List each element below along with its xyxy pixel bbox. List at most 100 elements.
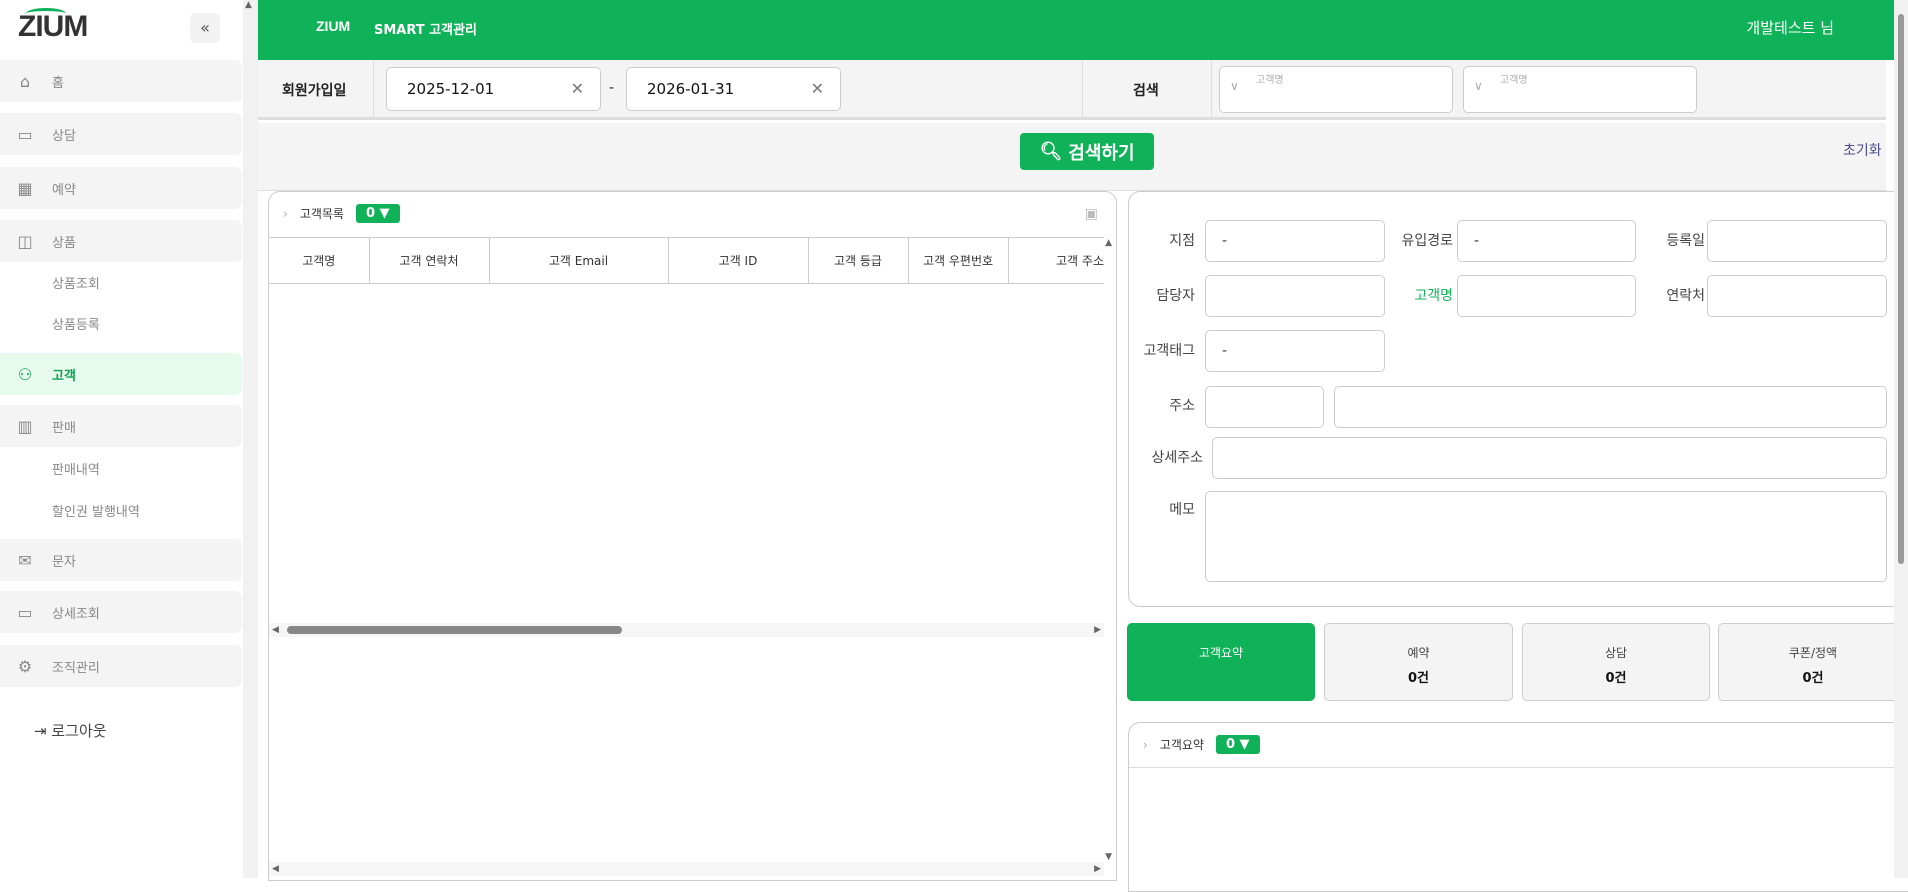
count-badge[interactable]: 0 ▼ (1215, 735, 1260, 754)
source-label: 유입경로 (1401, 233, 1453, 249)
zium-logo: ZIUM (18, 8, 88, 43)
card-coupon[interactable]: 쿠폰/정액 0건 (1718, 623, 1908, 701)
sidebar-item-product[interactable]: ◫ 상품 (0, 220, 242, 262)
user-gear-icon: ⚙ (17, 656, 33, 676)
user-name[interactable]: 개발테스트 님 (1746, 17, 1834, 38)
home-icon: ⌂ (19, 71, 31, 91)
sidebar-item-label: 판매 (52, 420, 76, 436)
scroll-up-icon[interactable]: ▲ (1105, 238, 1112, 248)
select-placeholder: 고객명 (1256, 75, 1284, 86)
phone-field[interactable] (1707, 275, 1887, 317)
source-field[interactable]: - (1457, 220, 1636, 262)
chart-icon: ▥ (17, 416, 33, 436)
reg-date-label: 등록일 (1666, 233, 1705, 249)
header-logo: ZIUM (316, 18, 351, 34)
clear-icon[interactable]: ✕ (571, 68, 584, 110)
customer-detail-panel: 지점 - 유입경로 - 등록일 담당자 고객명 연락처 고객태그 - 주소 상세… (1128, 191, 1908, 607)
column-header[interactable]: 고객 연락처 (369, 237, 490, 284)
summary-title: 고객요약 (1159, 738, 1204, 752)
card-customer-summary[interactable]: 고객요약 (1127, 623, 1315, 701)
panel-horizontal-scrollbar[interactable]: ◀ ▶ (269, 862, 1104, 876)
sidebar-item-label: 예약 (52, 182, 76, 198)
scroll-up-icon[interactable]: ▲ (245, 0, 252, 10)
monitor-icon: ▭ (17, 602, 33, 622)
excel-icon[interactable]: ▣ (1085, 206, 1098, 222)
bag-icon: ◫ (17, 231, 33, 251)
address-detail-field[interactable] (1212, 437, 1887, 479)
search-field-select-1[interactable]: ∨ 고객명 (1219, 66, 1453, 113)
sidebar-item-label: 홈 (52, 75, 64, 91)
reg-date-field[interactable] (1707, 220, 1887, 262)
chevron-down-icon: ∨ (1474, 79, 1483, 93)
zipcode-field[interactable] (1205, 386, 1324, 428)
manager-field[interactable] (1205, 275, 1385, 317)
table-horizontal-scrollbar[interactable]: ◀ ▶ (269, 623, 1104, 637)
count-badge[interactable]: 0 ▼ (355, 204, 400, 223)
card-reservation[interactable]: 예약 0건 (1324, 623, 1513, 701)
address-field[interactable] (1334, 386, 1887, 428)
memo-label: 메모 (1169, 502, 1195, 518)
date-from-input[interactable]: 2025-12-01 ✕ (386, 67, 601, 111)
card-label: 상담 (1604, 646, 1628, 660)
sidebar-item-sales[interactable]: ▥ 판매 (0, 405, 242, 447)
chevron-down-icon: ∨ (1230, 79, 1239, 93)
filter-bar: 회원가입일 2025-12-01 ✕ - 2026-01-31 ✕ 검색 ∨ 고객명 … (258, 60, 1886, 120)
column-header[interactable]: 고객 ID (668, 237, 809, 284)
divider (1129, 767, 1908, 768)
branch-label: 지점 (1169, 233, 1195, 249)
app-title: SMART 고객관리 (374, 23, 478, 38)
card-label: 쿠폰/정액 (1788, 646, 1838, 660)
branch-field[interactable]: - (1205, 220, 1385, 262)
sidebar-item-message[interactable]: ✉ 문자 (0, 539, 242, 581)
clear-icon[interactable]: ✕ (811, 68, 824, 110)
manager-label: 담당자 (1156, 288, 1195, 304)
phone-label: 연락처 (1666, 288, 1705, 304)
column-header[interactable]: 고객 우편번호 (908, 237, 1009, 284)
search-field-select-2[interactable]: ∨ 고객명 (1463, 66, 1697, 113)
sidebar-item-detail-view[interactable]: ▭ 상세조회 (0, 591, 242, 633)
sidebar-subitem-product-search[interactable]: 상품조회 (52, 273, 100, 292)
reset-link[interactable]: 초기화 (1843, 140, 1882, 160)
column-header[interactable]: 고객 등급 (808, 237, 909, 284)
customer-list-title: 고객목록 (299, 207, 344, 221)
sidebar-item-label: 상품 (52, 235, 76, 251)
sidebar-subitem-coupon-history[interactable]: 할인권 발행내역 (52, 501, 140, 520)
address-detail-label: 상세주소 (1151, 450, 1203, 466)
top-header: ZIUM SMART 고객관리 개발테스트 님 (258, 0, 1894, 60)
sidebar-item-organization[interactable]: ⚙ 조직관리 (0, 645, 242, 687)
card-value: 0건 (1407, 671, 1429, 686)
divider (373, 60, 374, 120)
memo-textarea[interactable] (1205, 491, 1887, 582)
calendar-icon: ▦ (17, 178, 33, 198)
sidebar-item-label: 상세조회 (52, 606, 100, 622)
chevron-right-icon[interactable]: › (1143, 738, 1148, 752)
column-header[interactable]: 고객 주소 (1008, 237, 1104, 284)
column-header[interactable]: 고객명 (269, 237, 370, 284)
scrollbar-thumb[interactable] (1898, 14, 1904, 564)
sidebar-scrollbar[interactable]: ▲ (243, 0, 258, 878)
sidebar-item-reservation[interactable]: ▦ 예약 (0, 167, 242, 209)
date-separator: - (609, 80, 615, 96)
sidebar-item-home[interactable]: ⌂ 홈 (0, 60, 242, 102)
column-header[interactable]: 고객 Email (489, 237, 669, 284)
logout-button[interactable]: ⇥ 로그아웃 (34, 720, 107, 741)
customer-name-field[interactable] (1457, 275, 1636, 317)
scrollbar-thumb[interactable] (287, 626, 622, 634)
chevron-right-icon[interactable]: › (283, 207, 288, 221)
sidebar-item-customer[interactable]: ⚇ 고객 (0, 353, 242, 395)
date-to-input[interactable]: 2026-01-31 ✕ (626, 67, 841, 111)
sidebar-subitem-sales-history[interactable]: 판매내역 (52, 459, 100, 478)
logout-label: 로그아웃 (51, 722, 107, 740)
scroll-down-icon[interactable]: ▼ (1105, 852, 1112, 862)
date-to-value: 2026-01-31 (647, 80, 735, 98)
tag-field[interactable]: - (1205, 330, 1385, 372)
collapse-sidebar-button[interactable]: « (190, 13, 220, 43)
divider (1211, 60, 1212, 120)
card-consult[interactable]: 상담 0건 (1522, 623, 1710, 701)
card-value: 0건 (1605, 671, 1627, 686)
search-button[interactable]: 🔍︎ 검색하기 (1020, 133, 1154, 170)
card-label: 고객요약 (1198, 646, 1244, 660)
sidebar-item-consult[interactable]: ▭ 상담 (0, 113, 242, 155)
page-scrollbar[interactable] (1894, 0, 1908, 878)
sidebar-subitem-product-register[interactable]: 상품등록 (52, 314, 100, 333)
